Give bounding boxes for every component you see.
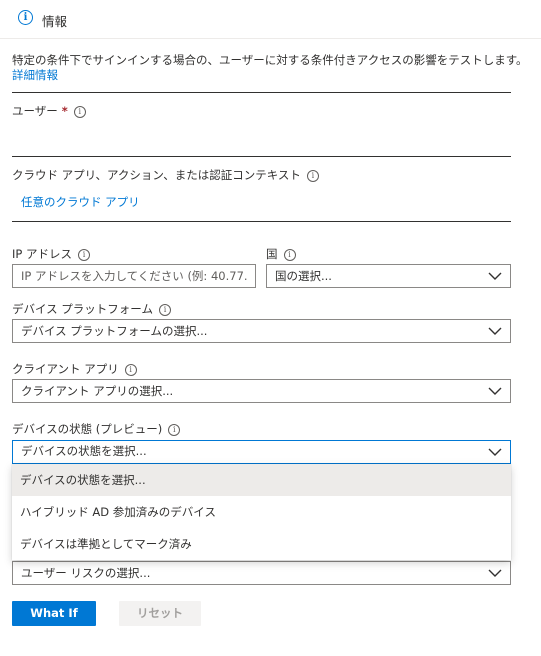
client-app-value: クライアント アプリの選択... — [21, 384, 174, 398]
user-label: ユーザー — [12, 104, 58, 118]
device-platform-info-icon[interactable]: i — [158, 303, 171, 316]
ip-address-input[interactable] — [12, 264, 256, 288]
cloud-apps-info-icon[interactable]: i — [306, 169, 319, 182]
client-app-label: クライアント アプリ — [12, 362, 119, 376]
chevron-down-icon — [488, 569, 502, 577]
device-platform-label-row: デバイス プラットフォーム i — [12, 301, 171, 317]
divider — [12, 221, 511, 222]
chevron-down-icon — [488, 387, 502, 395]
reset-button[interactable]: リセット — [119, 601, 201, 626]
device-state-value: デバイスの状態を選択... — [21, 444, 147, 458]
user-info-icon[interactable]: i — [73, 105, 86, 118]
device-state-info-icon[interactable]: i — [168, 423, 181, 436]
ip-label: IP アドレス — [12, 247, 72, 261]
tab-info[interactable]: 情報 — [42, 11, 67, 30]
device-state-select[interactable]: デバイスの状態を選択... — [12, 440, 511, 464]
user-risk-value: ユーザー リスクの選択... — [21, 566, 151, 580]
divider — [12, 92, 511, 93]
device-platform-value: デバイス プラットフォームの選択... — [21, 324, 208, 338]
cloud-apps-label-row: クラウド アプリ、アクション、または認証コンテキスト i — [12, 167, 319, 183]
ip-info-icon[interactable]: i — [77, 248, 90, 261]
user-label-row: ユーザー * i — [12, 103, 86, 119]
dropdown-option[interactable]: ハイブリッド AD 参加済みのデバイス — [12, 496, 511, 528]
required-mark: * — [61, 104, 68, 118]
chevron-down-icon — [488, 448, 502, 456]
country-label: 国 — [266, 247, 278, 261]
country-select[interactable]: 国の選択... — [266, 264, 511, 288]
cloud-apps-label: クラウド アプリ、アクション、または認証コンテキスト — [12, 168, 301, 182]
user-risk-select[interactable]: ユーザー リスクの選択... — [12, 561, 511, 585]
client-app-info-icon[interactable]: i — [124, 363, 137, 376]
chevron-down-icon — [488, 272, 502, 280]
ip-label-row: IP アドレス i — [12, 246, 90, 262]
country-label-row: 国i — [266, 246, 296, 262]
whatif-button[interactable]: What If — [12, 601, 96, 626]
chevron-down-icon — [488, 327, 502, 335]
country-info-icon[interactable]: i — [283, 248, 296, 261]
description: 特定の条件下でサインインする場合の、ユーザーに対する条件付きアクセスの影響をテス… — [12, 53, 528, 83]
dropdown-option[interactable]: デバイスの状態を選択... — [12, 464, 511, 496]
learn-more-link[interactable]: 詳細情報 — [12, 68, 528, 83]
description-text: 特定の条件下でサインインする場合の、ユーザーに対する条件付きアクセスの影響をテス… — [12, 53, 528, 67]
user-picker-underline[interactable] — [12, 156, 511, 157]
client-app-select[interactable]: クライアント アプリの選択... — [12, 379, 511, 403]
device-state-label-row: デバイスの状態 (プレビュー) i — [12, 421, 181, 437]
info-icon: i — [18, 10, 33, 25]
country-select-value: 国の選択... — [275, 269, 332, 283]
device-state-label: デバイスの状態 (プレビュー) — [12, 422, 163, 436]
device-platform-label: デバイス プラットフォーム — [12, 302, 153, 316]
client-app-label-row: クライアント アプリ i — [12, 361, 137, 377]
device-state-dropdown: デバイスの状態を選択... ハイブリッド AD 参加済みのデバイス デバイスは準… — [12, 464, 511, 560]
info-tab-bar — [0, 0, 541, 39]
any-cloud-app-link[interactable]: 任意のクラウド アプリ — [21, 194, 140, 210]
dropdown-option[interactable]: デバイスは準拠としてマーク済み — [12, 528, 511, 560]
device-platform-select[interactable]: デバイス プラットフォームの選択... — [12, 319, 511, 343]
